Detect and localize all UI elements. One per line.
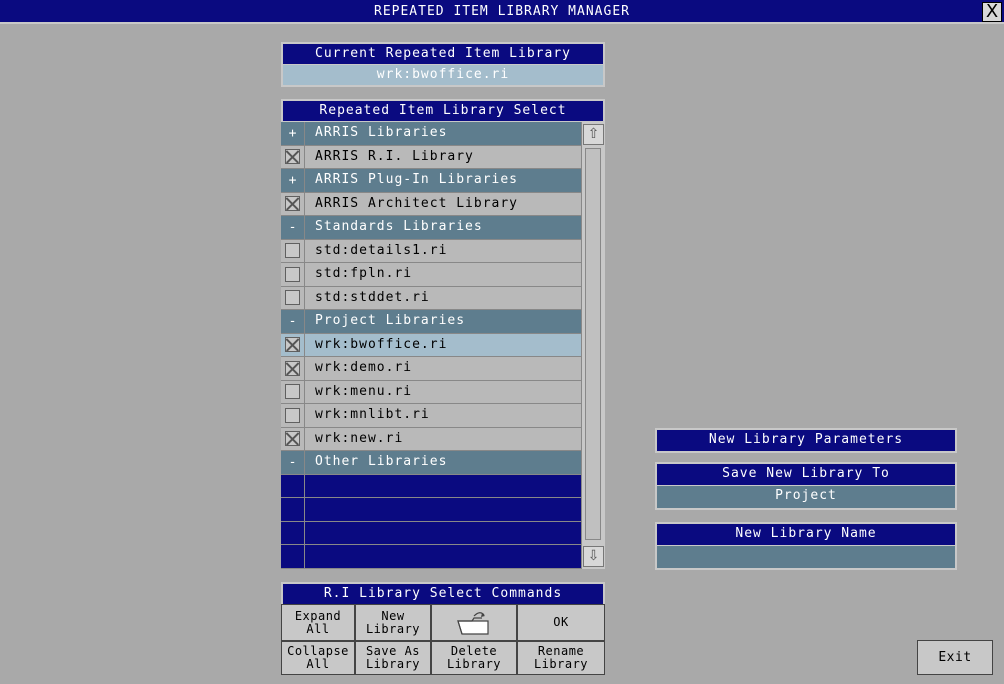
library-group-row[interactable]: - Other Libraries [281,451,581,475]
empty-cell [305,522,581,545]
empty-cell [281,521,305,544]
empty-cell [281,545,305,568]
open-folder-icon [457,611,489,635]
group-label: ARRIS Plug-In Libraries [315,172,519,187]
new-library-button[interactable]: New Library [355,604,431,641]
scroll-up-arrow-icon[interactable]: ⇧ [583,124,604,145]
checked-checkbox-icon[interactable] [285,149,300,165]
empty-row [281,521,581,545]
checked-checkbox-icon[interactable] [285,431,300,447]
library-item-row[interactable]: wrk:mnlibt.ri [281,404,581,428]
group-toggle[interactable]: - [281,451,305,474]
library-item-row[interactable]: std:stddet.ri [281,286,581,310]
group-label: ARRIS Libraries [315,125,448,140]
checked-checkbox-icon[interactable] [285,196,300,212]
library-checkbox[interactable] [281,357,305,380]
save-new-library-to-header: Save New Library To [655,462,957,487]
collapse-all-button[interactable]: Collapse All [281,641,355,675]
library-item-row[interactable]: std:fpln.ri [281,263,581,287]
library-checkbox[interactable] [281,192,305,215]
empty-row [281,498,581,522]
library-select-header: Repeated Item Library Select [281,99,605,123]
library-item-label: wrk:bwoffice.ri [315,336,448,352]
empty-row [281,474,581,498]
library-item-label: wrk:menu.ri [315,383,413,399]
library-list: + ARRIS Libraries ARRIS R.I. Library + ARRIS… [281,122,581,569]
window-title: REPEATED ITEM LIBRARY MANAGER [374,4,630,19]
library-item-label: ARRIS Architect Library [315,195,519,211]
library-checkbox[interactable] [281,380,305,403]
library-group-row[interactable]: - Standards Libraries [281,216,581,240]
ok-button[interactable]: OK [517,604,605,641]
library-checkbox[interactable] [281,404,305,427]
library-item-label: wrk:new.ri [315,430,404,446]
library-checkbox[interactable] [281,333,305,356]
library-checkbox[interactable] [281,239,305,262]
library-group-row[interactable]: + ARRIS Libraries [281,122,581,146]
library-item-label: std:details1.ri [315,242,448,258]
new-library-name-header: New Library Name [655,522,957,547]
empty-cell [305,475,581,498]
group-toggle[interactable]: + [281,169,305,192]
empty-cell [305,498,581,521]
library-item-label: std:stddet.ri [315,289,430,305]
library-group-row[interactable]: + ARRIS Plug-In Libraries [281,169,581,193]
library-item-label: wrk:mnlibt.ri [315,407,430,422]
scroll-thumb[interactable] [585,148,601,540]
open-folder-button[interactable] [431,604,517,641]
library-group-row[interactable]: - Project Libraries [281,310,581,334]
empty-cell [281,498,305,521]
title-bar: REPEATED ITEM LIBRARY MANAGER [0,0,1004,24]
library-item-row[interactable]: ARRIS R.I. Library [281,145,581,169]
group-label: Project Libraries [315,313,466,328]
empty-row [281,545,581,569]
library-checkbox[interactable] [281,286,305,309]
checked-checkbox-icon[interactable] [285,337,300,353]
current-library-value: wrk:bwoffice.ri [281,65,605,87]
group-toggle[interactable]: - [281,310,305,333]
unchecked-checkbox-icon[interactable] [285,407,300,423]
unchecked-checkbox-icon[interactable] [285,266,300,282]
unchecked-checkbox-icon[interactable] [285,243,300,259]
unchecked-checkbox-icon[interactable] [285,290,300,306]
new-library-name-field[interactable] [655,546,957,570]
library-item-row[interactable]: wrk:new.ri [281,427,581,451]
empty-cell [305,545,581,568]
delete-library-button[interactable]: Delete Library [431,641,517,675]
library-item-label: std:fpln.ri [315,266,413,281]
library-checkbox[interactable] [281,263,305,286]
expand-all-button[interactable]: Expand All [281,604,355,641]
save-as-library-button[interactable]: Save As Library [355,641,431,675]
library-item-row[interactable]: wrk:bwoffice.ri [281,333,581,357]
rename-library-button[interactable]: Rename Library [517,641,605,675]
commands-header: R.I Library Select Commands [281,582,605,606]
library-list-scrollbar[interactable]: ⇧ ⇩ [581,122,605,569]
library-item-row[interactable]: wrk:menu.ri [281,380,581,404]
current-library-header: Current Repeated Item Library [281,42,605,66]
group-label: Other Libraries [315,454,448,469]
checked-checkbox-icon[interactable] [285,360,300,376]
close-button[interactable]: X [982,2,1002,22]
library-item-row[interactable]: wrk:demo.ri [281,357,581,381]
group-toggle[interactable]: - [281,216,305,239]
library-item-label: wrk:demo.ri [315,360,413,375]
save-new-library-to-value[interactable]: Project [655,486,957,510]
group-toggle[interactable]: + [281,122,305,145]
library-item-row[interactable]: ARRIS Architect Library [281,192,581,216]
scroll-down-arrow-icon[interactable]: ⇩ [583,546,604,567]
group-label: Standards Libraries [315,219,483,234]
exit-button[interactable]: Exit [917,640,993,675]
library-item-label: ARRIS R.I. Library [315,148,474,164]
empty-cell [281,474,305,497]
library-item-row[interactable]: std:details1.ri [281,239,581,263]
library-checkbox[interactable] [281,427,305,450]
unchecked-checkbox-icon[interactable] [285,384,300,400]
new-library-parameters-header: New Library Parameters [655,428,957,453]
library-checkbox[interactable] [281,145,305,168]
